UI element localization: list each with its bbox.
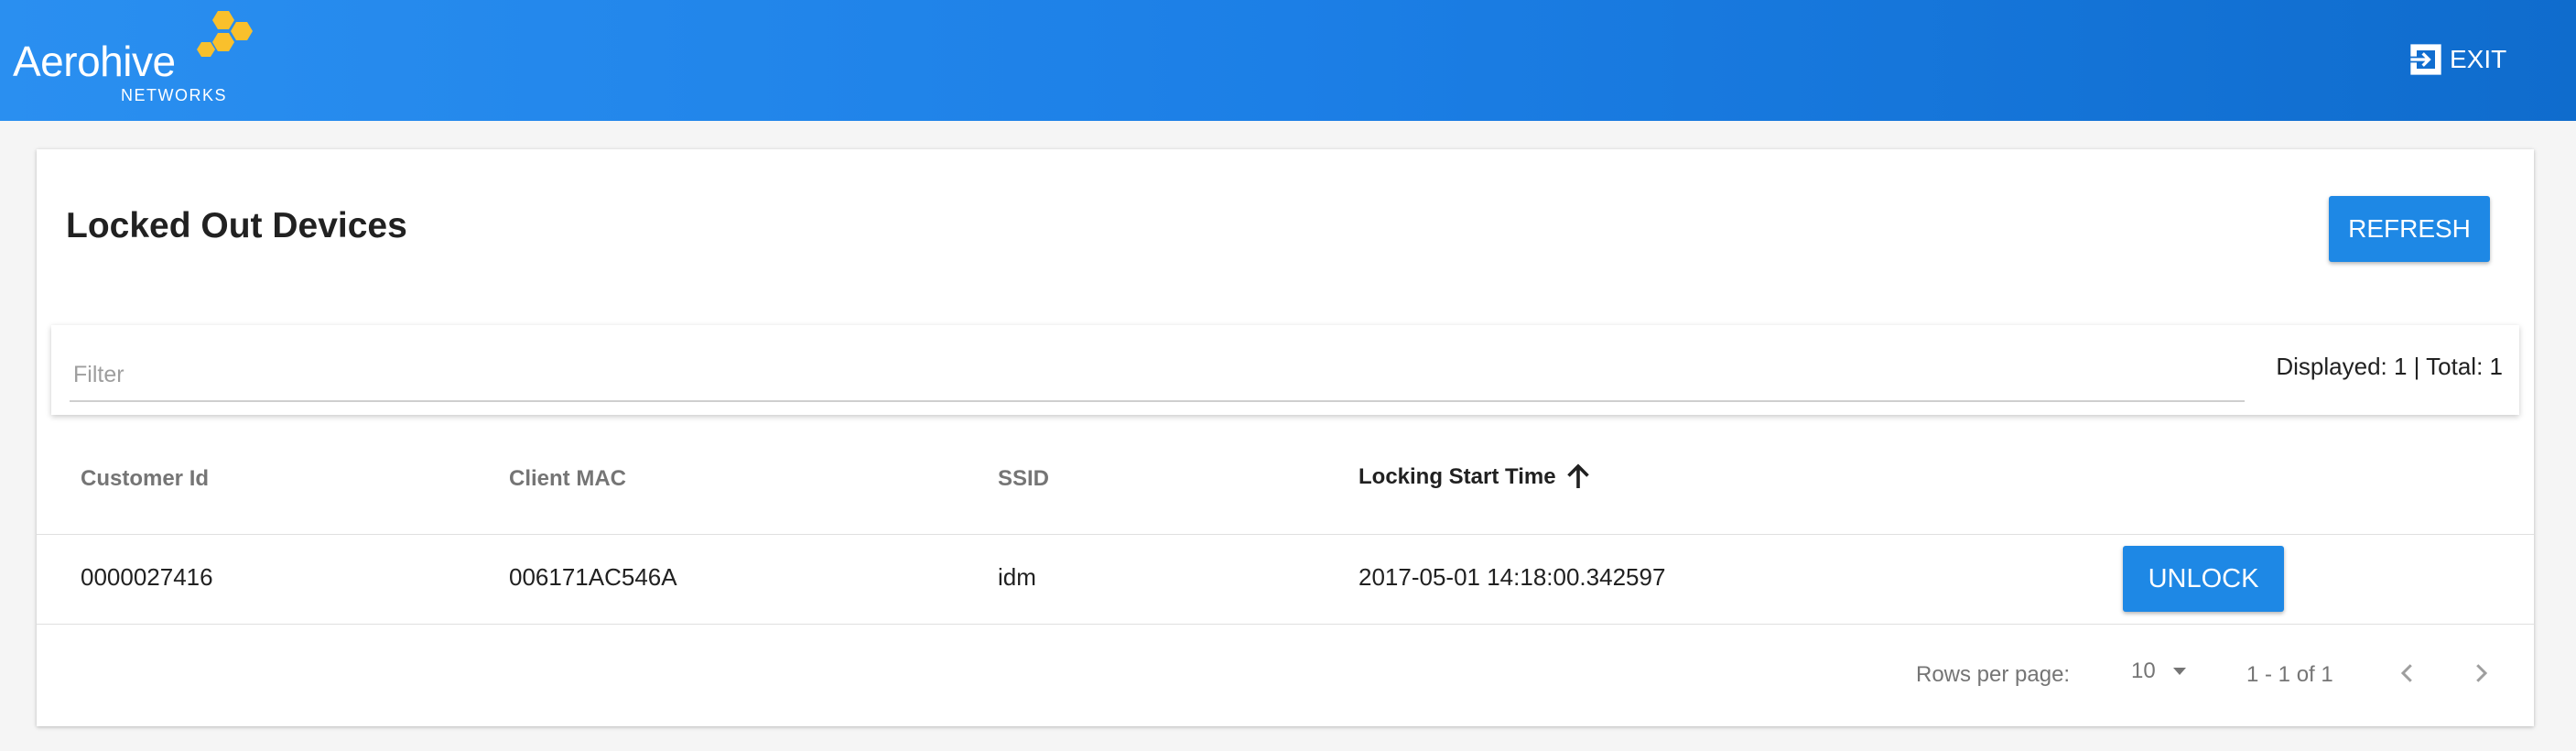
result-counts: Displayed: 1 | Total: 1 (2276, 353, 2503, 380)
arrow-up-icon (1566, 463, 1589, 488)
page-title: Locked Out Devices (66, 206, 407, 245)
filter-input[interactable] (70, 349, 2245, 402)
cell-client-mac: 006171AC546A (509, 563, 677, 591)
unlock-button[interactable]: UNLOCK (2123, 546, 2284, 612)
logo-subtitle: NETWORKS (121, 86, 228, 104)
chevron-right-icon (2476, 664, 2488, 682)
hexagon-cluster-icon (197, 11, 253, 57)
column-header-ssid[interactable]: SSID (998, 466, 1049, 492)
cell-locking-start-time: 2017-05-01 14:18:00.342597 (1358, 563, 1666, 591)
cell-customer-id: 0000027416 (81, 563, 213, 591)
rows-per-page-select[interactable]: 10 (2131, 658, 2191, 684)
locked-devices-card: Locked Out Devices REFRESH Displayed: 1 … (37, 149, 2534, 726)
top-bar: Aerohive NETWORKS EXIT (0, 0, 2576, 121)
filter-panel: Displayed: 1 | Total: 1 (51, 325, 2519, 415)
header-divider (37, 534, 2534, 535)
row-divider (37, 624, 2534, 625)
column-header-label: Locking Start Time (1358, 464, 1556, 489)
triangle-down-icon (2172, 668, 2186, 675)
chevron-left-icon (2400, 664, 2412, 682)
exit-icon (2410, 44, 2441, 75)
column-header-customer-id[interactable]: Customer Id (81, 466, 209, 492)
pagination-range: 1 - 1 of 1 (2246, 662, 2333, 687)
exit-button[interactable]: EXIT (2408, 37, 2517, 82)
logo-wordmark: Aerohive (13, 38, 176, 85)
next-page-button[interactable] (2462, 655, 2499, 691)
exit-label: EXIT (2450, 45, 2507, 73)
rows-per-page-value: 10 (2131, 658, 2156, 683)
column-header-locking-start-time[interactable]: Locking Start Time (1358, 461, 1595, 494)
rows-per-page-label: Rows per page: (1916, 662, 2071, 687)
refresh-button[interactable]: REFRESH (2329, 196, 2490, 262)
cell-ssid: idm (998, 563, 1036, 591)
column-header-client-mac[interactable]: Client MAC (509, 466, 626, 492)
aerohive-logo[interactable]: Aerohive NETWORKS (13, 9, 260, 104)
previous-page-button[interactable] (2389, 655, 2426, 691)
